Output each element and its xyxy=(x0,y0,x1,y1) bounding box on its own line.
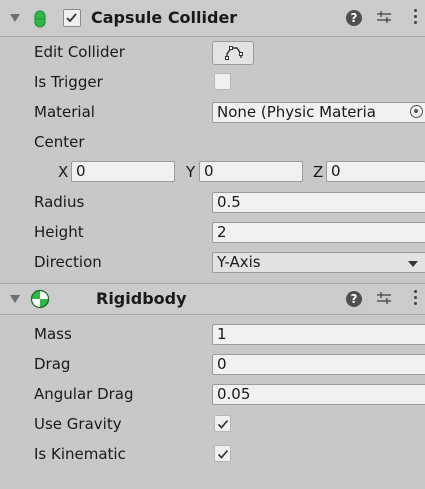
kebab-menu-icon[interactable] xyxy=(413,9,419,27)
rigidbody-icon xyxy=(30,289,50,313)
center-z-field[interactable]: 0 xyxy=(326,161,425,182)
help-icon[interactable]: ? xyxy=(346,10,362,26)
center-label: Center xyxy=(34,133,85,151)
center-x-label[interactable]: X xyxy=(58,163,68,181)
presets-icon[interactable] xyxy=(376,9,392,29)
center-y-field[interactable]: 0 xyxy=(199,161,303,182)
drag-label: Drag xyxy=(34,355,71,373)
radius-field[interactable]: 0.5 xyxy=(212,192,425,213)
edit-collider-icon xyxy=(225,46,243,60)
checkmark-icon xyxy=(217,419,229,429)
radius-row: Radius 0.5 xyxy=(0,187,425,217)
capsule-collider-header[interactable]: Capsule Collider ? xyxy=(0,0,425,37)
mass-field[interactable]: 1 xyxy=(212,324,425,345)
direction-dropdown[interactable]: Y-Axis xyxy=(212,252,425,273)
edit-collider-label: Edit Collider xyxy=(34,43,125,61)
is-kinematic-checkbox[interactable] xyxy=(214,445,231,462)
use-gravity-row: Use Gravity xyxy=(0,409,425,439)
component-enabled-checkbox[interactable] xyxy=(63,9,81,27)
center-xyz-row: X 0 Y 0 Z 0 xyxy=(0,157,425,187)
is-kinematic-label: Is Kinematic xyxy=(34,445,126,463)
height-row: Height 2 xyxy=(0,217,425,247)
presets-icon[interactable] xyxy=(376,290,392,310)
rigidbody-header[interactable]: Rigidbody ? xyxy=(0,284,425,315)
edit-collider-row: Edit Collider xyxy=(0,37,425,67)
material-field[interactable]: None (Physic Materia xyxy=(212,102,425,123)
center-x-field[interactable]: 0 xyxy=(71,161,175,182)
height-label: Height xyxy=(34,223,84,241)
component-divider xyxy=(0,277,425,284)
capsule-collider-icon xyxy=(34,10,46,32)
drag-field[interactable]: 0 xyxy=(212,354,425,375)
mass-row: Mass 1 xyxy=(0,319,425,349)
is-trigger-label: Is Trigger xyxy=(34,73,103,91)
angular-drag-field[interactable]: 0.05 xyxy=(212,384,425,405)
radius-label: Radius xyxy=(34,193,85,211)
direction-row: Direction Y-Axis xyxy=(0,247,425,277)
fold-triangle-icon[interactable] xyxy=(10,295,20,303)
component-title: Rigidbody xyxy=(96,289,187,308)
angular-drag-label: Angular Drag xyxy=(34,385,134,403)
center-z-label[interactable]: Z xyxy=(313,163,323,181)
center-y-label[interactable]: Y xyxy=(186,163,195,181)
edit-collider-button[interactable] xyxy=(212,41,254,65)
kebab-menu-icon[interactable] xyxy=(413,290,419,308)
checkmark-icon xyxy=(217,449,229,459)
center-row: Center xyxy=(0,127,425,157)
material-value: None (Physic Materia xyxy=(217,103,376,121)
dropdown-arrow-icon xyxy=(408,261,418,267)
fold-triangle-icon[interactable] xyxy=(10,14,20,22)
object-picker-icon[interactable] xyxy=(410,105,423,118)
help-icon[interactable]: ? xyxy=(346,291,362,307)
is-trigger-row: Is Trigger xyxy=(0,67,425,97)
material-label: Material xyxy=(34,103,95,121)
height-field[interactable]: 2 xyxy=(212,222,425,243)
component-title: Capsule Collider xyxy=(91,8,238,27)
drag-row: Drag 0 xyxy=(0,349,425,379)
mass-label: Mass xyxy=(34,325,72,343)
direction-value: Y-Axis xyxy=(217,253,261,271)
is-trigger-checkbox[interactable] xyxy=(214,73,231,90)
use-gravity-label: Use Gravity xyxy=(34,415,122,433)
material-row: Material None (Physic Materia xyxy=(0,97,425,127)
direction-label: Direction xyxy=(34,253,102,271)
angular-drag-row: Angular Drag 0.05 xyxy=(0,379,425,409)
use-gravity-checkbox[interactable] xyxy=(214,415,231,432)
is-kinematic-row: Is Kinematic xyxy=(0,439,425,469)
